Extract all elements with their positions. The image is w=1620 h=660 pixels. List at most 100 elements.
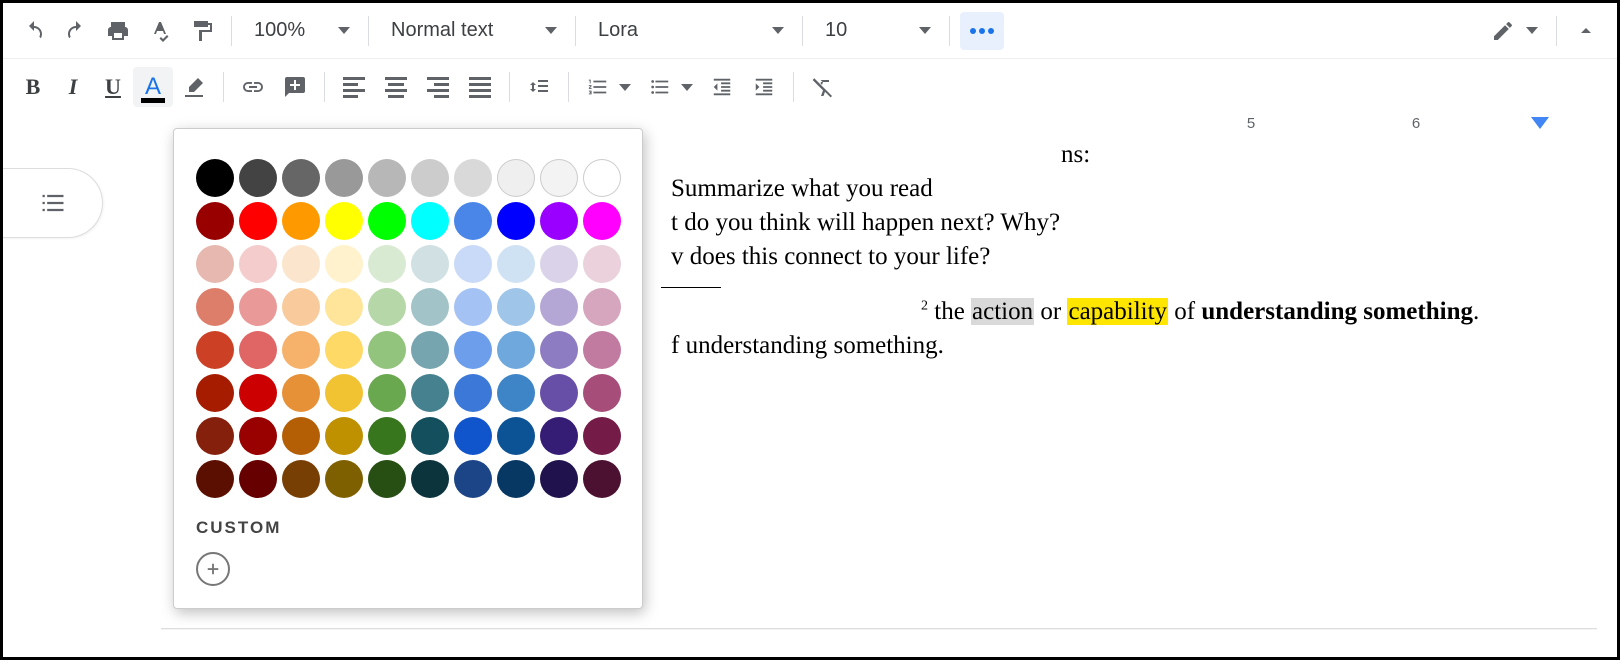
color-swatch[interactable] bbox=[368, 460, 406, 498]
color-swatch[interactable] bbox=[497, 288, 535, 326]
color-swatch[interactable] bbox=[368, 417, 406, 455]
color-swatch[interactable] bbox=[497, 331, 535, 369]
color-swatch[interactable] bbox=[368, 159, 406, 197]
undo-button[interactable] bbox=[15, 12, 53, 50]
color-swatch[interactable] bbox=[368, 245, 406, 283]
color-swatch[interactable] bbox=[540, 202, 578, 240]
color-swatch[interactable] bbox=[325, 374, 363, 412]
clear-formatting-button[interactable] bbox=[804, 68, 842, 106]
color-swatch[interactable] bbox=[368, 374, 406, 412]
color-swatch[interactable] bbox=[497, 417, 535, 455]
numbered-list-button[interactable] bbox=[579, 68, 617, 106]
color-swatch[interactable] bbox=[583, 159, 621, 197]
color-swatch[interactable] bbox=[454, 245, 492, 283]
color-swatch[interactable] bbox=[497, 460, 535, 498]
highlight-color-button[interactable] bbox=[175, 68, 213, 106]
paragraph-style-dropdown[interactable]: Normal text bbox=[377, 12, 567, 50]
color-swatch[interactable] bbox=[411, 202, 449, 240]
color-swatch[interactable] bbox=[239, 460, 277, 498]
collapse-toolbar-button[interactable] bbox=[1567, 12, 1605, 50]
color-swatch[interactable] bbox=[282, 331, 320, 369]
color-swatch[interactable] bbox=[411, 460, 449, 498]
color-swatch[interactable] bbox=[411, 159, 449, 197]
color-swatch[interactable] bbox=[411, 331, 449, 369]
color-swatch[interactable] bbox=[196, 288, 234, 326]
caret-down-icon[interactable] bbox=[619, 84, 631, 91]
color-swatch[interactable] bbox=[583, 460, 621, 498]
color-swatch[interactable] bbox=[411, 374, 449, 412]
color-swatch[interactable] bbox=[411, 288, 449, 326]
color-swatch[interactable] bbox=[282, 288, 320, 326]
color-swatch[interactable] bbox=[325, 417, 363, 455]
insert-link-button[interactable] bbox=[234, 68, 272, 106]
color-swatch[interactable] bbox=[583, 245, 621, 283]
color-swatch[interactable] bbox=[540, 159, 578, 197]
spellcheck-button[interactable] bbox=[141, 12, 179, 50]
align-right-button[interactable] bbox=[419, 68, 457, 106]
color-swatch[interactable] bbox=[196, 159, 234, 197]
color-swatch[interactable] bbox=[583, 288, 621, 326]
color-swatch[interactable] bbox=[282, 374, 320, 412]
bulleted-list-button[interactable] bbox=[641, 68, 679, 106]
color-swatch[interactable] bbox=[540, 417, 578, 455]
increase-indent-button[interactable] bbox=[745, 68, 783, 106]
color-swatch[interactable] bbox=[411, 417, 449, 455]
color-swatch[interactable] bbox=[239, 331, 277, 369]
color-swatch[interactable] bbox=[454, 159, 492, 197]
color-swatch[interactable] bbox=[196, 374, 234, 412]
color-swatch[interactable] bbox=[454, 374, 492, 412]
ruler-right-indent[interactable] bbox=[1531, 117, 1549, 129]
color-swatch[interactable] bbox=[454, 288, 492, 326]
color-swatch[interactable] bbox=[325, 245, 363, 283]
align-left-button[interactable] bbox=[335, 68, 373, 106]
color-swatch[interactable] bbox=[239, 245, 277, 283]
zoom-dropdown[interactable]: 100% bbox=[240, 12, 360, 50]
color-swatch[interactable] bbox=[325, 460, 363, 498]
print-button[interactable] bbox=[99, 12, 137, 50]
color-swatch[interactable] bbox=[239, 417, 277, 455]
align-justify-button[interactable] bbox=[461, 68, 499, 106]
redo-button[interactable] bbox=[57, 12, 95, 50]
font-size-dropdown[interactable]: 10 bbox=[811, 12, 941, 50]
color-swatch[interactable] bbox=[454, 417, 492, 455]
color-swatch[interactable] bbox=[325, 331, 363, 369]
color-swatch[interactable] bbox=[368, 331, 406, 369]
color-swatch[interactable] bbox=[497, 159, 535, 197]
color-swatch[interactable] bbox=[196, 245, 234, 283]
underline-button[interactable]: U bbox=[93, 68, 133, 106]
color-swatch[interactable] bbox=[540, 245, 578, 283]
color-swatch[interactable] bbox=[497, 374, 535, 412]
color-swatch[interactable] bbox=[540, 374, 578, 412]
color-swatch[interactable] bbox=[583, 331, 621, 369]
caret-down-icon[interactable] bbox=[1526, 27, 1538, 34]
color-swatch[interactable] bbox=[196, 202, 234, 240]
add-custom-color-button[interactable] bbox=[196, 552, 230, 586]
decrease-indent-button[interactable] bbox=[703, 68, 741, 106]
more-button[interactable] bbox=[960, 12, 1004, 50]
document-outline-button[interactable] bbox=[3, 168, 103, 238]
color-swatch[interactable] bbox=[325, 159, 363, 197]
color-swatch[interactable] bbox=[282, 245, 320, 283]
color-swatch[interactable] bbox=[540, 460, 578, 498]
color-swatch[interactable] bbox=[368, 202, 406, 240]
paint-format-button[interactable] bbox=[183, 12, 221, 50]
color-swatch[interactable] bbox=[454, 331, 492, 369]
color-swatch[interactable] bbox=[368, 288, 406, 326]
color-swatch[interactable] bbox=[497, 202, 535, 240]
editing-mode-button[interactable] bbox=[1484, 12, 1522, 50]
color-swatch[interactable] bbox=[196, 417, 234, 455]
color-swatch[interactable] bbox=[583, 417, 621, 455]
line-spacing-button[interactable] bbox=[520, 68, 558, 106]
color-swatch[interactable] bbox=[411, 245, 449, 283]
bold-button[interactable]: B bbox=[13, 68, 53, 106]
italic-button[interactable]: I bbox=[53, 68, 93, 106]
color-swatch[interactable] bbox=[239, 288, 277, 326]
caret-down-icon[interactable] bbox=[681, 84, 693, 91]
color-swatch[interactable] bbox=[282, 202, 320, 240]
color-swatch[interactable] bbox=[325, 288, 363, 326]
color-swatch[interactable] bbox=[540, 288, 578, 326]
color-swatch[interactable] bbox=[540, 331, 578, 369]
color-swatch[interactable] bbox=[497, 245, 535, 283]
color-swatch[interactable] bbox=[583, 202, 621, 240]
color-swatch[interactable] bbox=[282, 417, 320, 455]
